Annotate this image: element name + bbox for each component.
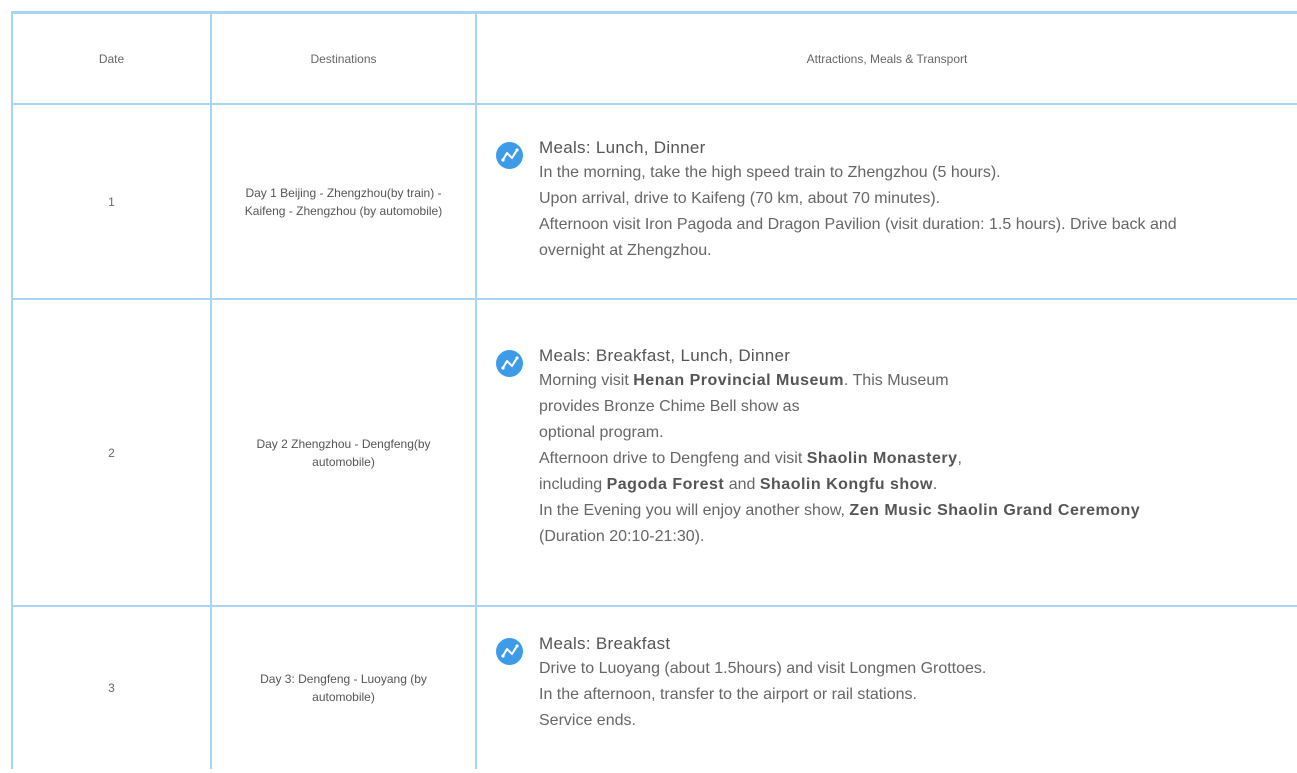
description-line: In the Evening you will enjoy another sh…	[539, 501, 1141, 545]
route-icon	[496, 349, 523, 377]
details-cell: Meals: Breakfast, Lunch, Dinner Morning …	[475, 298, 1297, 607]
header-destinations: Destinations	[210, 11, 477, 105]
destination-cell: Day 3: Dengfeng - Luoyang (by automobile…	[210, 605, 477, 769]
highlight-attraction: Shaolin Monastery	[806, 449, 958, 467]
highlight-attraction: Zen Music Shaolin Grand Ceremony	[849, 501, 1141, 519]
description-line: optional program.	[539, 423, 664, 441]
description-line: Upon arrival, drive to Kaifeng (70 km, a…	[539, 189, 941, 207]
description-line: Afternoon visit Iron Pagoda and Dragon P…	[539, 215, 1177, 259]
table-row: 2 Day 2 Zhengzhou - Dengfeng(by automobi…	[11, 298, 1297, 607]
table-header-row: Date Destinations Attractions, Meals & T…	[11, 11, 1297, 105]
meals-label: Meals: Breakfast	[539, 634, 671, 653]
destination-text: Day 2 Zhengzhou - Dengfeng(by automobile…	[256, 436, 431, 469]
description-line: In the morning, take the high speed trai…	[539, 163, 1001, 181]
details-cell: Meals: Lunch, Dinner In the morning, tak…	[475, 103, 1297, 300]
day-details: Meals: Breakfast, Lunch, Dinner Morning …	[477, 344, 1297, 550]
highlight-attraction: Shaolin Kongfu show	[759, 475, 933, 493]
day-details: Meals: Lunch, Dinner In the morning, tak…	[477, 136, 1297, 264]
meals-label: Meals: Breakfast, Lunch, Dinner	[539, 345, 791, 365]
description-line: Service ends.	[539, 712, 636, 729]
day-number: 3	[11, 605, 212, 769]
header-date: Date	[11, 11, 212, 105]
day-description: Drive to Luoyang (about 1.5hours) and vi…	[539, 656, 1189, 734]
description-line: Drive to Luoyang (about 1.5hours) and vi…	[539, 660, 987, 677]
destination-text: Day 1 Beijing - Zhengzhou(by train) - Ka…	[244, 185, 443, 218]
highlight-attraction: Pagoda Forest	[606, 475, 725, 493]
description-line: Afternoon drive to Dengfeng and visit Sh…	[539, 449, 962, 467]
destination-cell: Day 2 Zhengzhou - Dengfeng(by automobile…	[210, 298, 477, 607]
table-row: 1 Day 1 Beijing - Zhengzhou(by train) - …	[11, 103, 1297, 300]
day-description: In the morning, take the high speed trai…	[539, 160, 1189, 264]
destination-cell: Day 1 Beijing - Zhengzhou(by train) - Ka…	[210, 103, 477, 300]
details-cell: Meals: Breakfast Drive to Luoyang (about…	[475, 605, 1297, 769]
day-number: 1	[11, 103, 212, 300]
route-icon	[496, 638, 523, 665]
route-icon	[496, 141, 523, 169]
description-line: In the afternoon, transfer to the airpor…	[539, 686, 917, 703]
day-number: 2	[11, 298, 212, 607]
day-description: Morning visit Henan Provincial Museum. T…	[539, 368, 1189, 550]
description-line: provides Bronze Chime Bell show as	[539, 397, 800, 415]
table-row: 3 Day 3: Dengfeng - Luoyang (by automobi…	[11, 605, 1297, 769]
description-line: Morning visit Henan Provincial Museum. T…	[539, 371, 949, 389]
highlight-attraction: Henan Provincial Museum	[633, 371, 844, 389]
destination-text: Day 3: Dengfeng - Luoyang (by automobile…	[260, 672, 427, 704]
header-details: Attractions, Meals & Transport	[475, 11, 1297, 105]
description-line: including Pagoda Forest and Shaolin Kong…	[539, 475, 938, 493]
day-details: Meals: Breakfast Drive to Luoyang (about…	[477, 632, 1297, 734]
meals-label: Meals: Lunch, Dinner	[539, 137, 706, 157]
itinerary-table: Date Destinations Attractions, Meals & T…	[11, 11, 1297, 769]
